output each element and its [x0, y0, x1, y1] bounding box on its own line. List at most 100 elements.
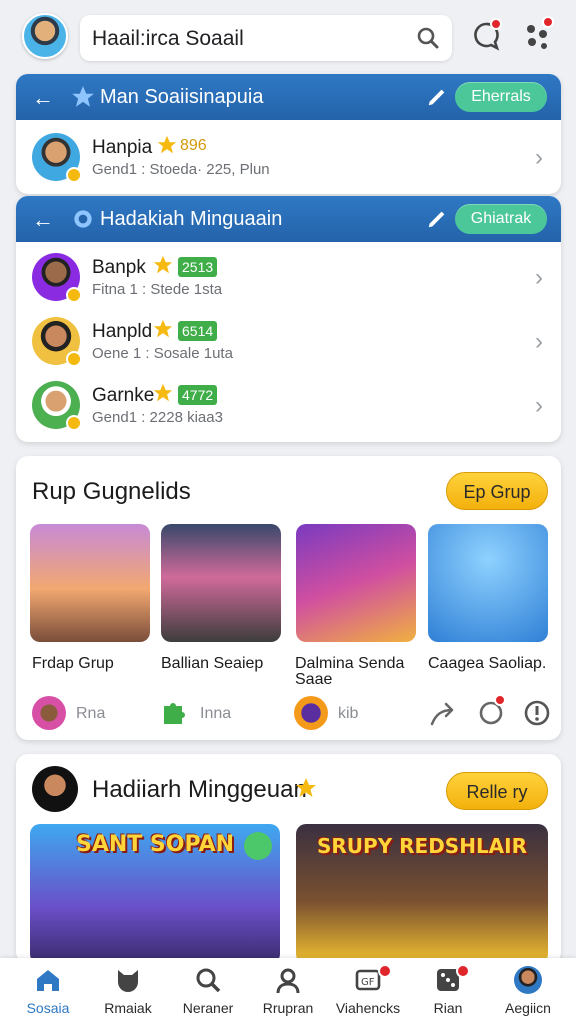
nav-item-home[interactable]: Sosaia — [12, 958, 84, 1024]
panel-main-social: ← Man Soaiisinapuia Eherrals Hanpia 896 … — [16, 74, 561, 194]
avatar — [514, 966, 542, 994]
avatar — [32, 381, 82, 431]
group-thumbnail[interactable] — [161, 524, 281, 642]
avatar — [32, 317, 82, 367]
list-item[interactable]: Hanpld 6514 Oene 1 : Sosale 1uta › — [16, 308, 561, 372]
nav-item-videos[interactable]: GF Viahencks — [332, 958, 404, 1024]
notification-dot — [378, 964, 392, 978]
list-item[interactable]: Garnke 4772 Gend1 : 2228 kiaa3 › — [16, 372, 561, 436]
nav-label: Rrupran — [262, 1000, 314, 1016]
notification-dot — [490, 18, 502, 30]
promo-banner[interactable]: SANT SOPAN — [30, 824, 280, 964]
groups-card: Rup Gugnelids Ep Grup Frdap Grup Ballian… — [16, 456, 561, 740]
star-icon — [72, 86, 94, 107]
panel-header: ← Man Soaiisinapuia Eherrals — [16, 74, 561, 120]
back-arrow-icon[interactable]: ← — [32, 207, 54, 233]
chevron-right-icon: › — [535, 328, 543, 355]
gold-star-icon — [157, 135, 177, 154]
member-subtitle: Gend1 : Stoeda· 225, Plun — [92, 161, 270, 178]
trophy-icon — [74, 210, 92, 228]
group-label: Frdap Grup — [32, 655, 114, 672]
notification-dot — [456, 964, 470, 978]
member-subtitle: Gend1 : 2228 kiaa3 — [92, 409, 223, 426]
banner-text: SANT SOPAN — [75, 832, 235, 857]
nav-label: Rian — [433, 1000, 463, 1016]
panel-weekly-prize: ← Hadakiah Minguaain Ghiatrak Banpk 2513… — [16, 196, 561, 442]
chevron-right-icon: › — [535, 264, 543, 291]
section-title: Hadiiarh Minggeuan — [92, 776, 307, 803]
list-item[interactable]: Banpk 2513 Fitna 1 : Stede 1sta › — [16, 244, 561, 308]
avatar — [32, 253, 82, 303]
chevron-right-icon: › — [535, 392, 543, 419]
gold-star-icon — [296, 778, 316, 797]
panel-action-button[interactable]: Ghiatrak — [455, 204, 547, 234]
panel-header: ← Hadakiah Minguaain Ghiatrak — [16, 196, 561, 242]
edit-pencil-icon[interactable] — [426, 208, 448, 230]
weekly-button[interactable]: Relle ry — [446, 772, 548, 810]
member-name: Banpk — [92, 257, 146, 278]
gold-star-icon — [153, 383, 173, 402]
list-item[interactable]: Hanpia 896 Gend1 : Stoeda· 225, Plun › — [16, 124, 561, 188]
nav-label: Aegiicn — [505, 1000, 551, 1016]
search-input[interactable]: Haail:irca Soaail — [92, 27, 244, 51]
gold-star-icon — [153, 255, 173, 274]
bottom-nav: Sosaia Rmaiak Neraner Rrupran GF Viahenc… — [0, 958, 576, 1024]
avatar — [32, 766, 78, 812]
back-arrow-icon[interactable]: ← — [32, 85, 54, 111]
nav-item-groups[interactable]: Rrupran — [252, 958, 324, 1024]
user-icon — [276, 968, 300, 994]
top-bar: Haail:irca Soaail — [0, 0, 576, 74]
panel-action-button[interactable]: Eherrals — [455, 82, 547, 112]
group-label: Ballian Seaiep — [161, 655, 264, 672]
banner-text: SRUPY REDSHLAIR — [316, 834, 528, 858]
avatar — [32, 696, 66, 730]
panel-title: Hadakiah Minguaain — [100, 208, 283, 230]
nav-label: Viahencks — [335, 1000, 401, 1016]
panel-title: Man Soaiisinapuia — [100, 86, 264, 108]
group-thumbnail[interactable] — [428, 524, 548, 642]
member-score: 6514 — [178, 321, 218, 341]
member-score: 4772 — [178, 385, 218, 405]
section-title: Rup Gugnelids — [32, 478, 191, 505]
group-thumbnail[interactable] — [296, 524, 416, 642]
group-thumbnail[interactable] — [30, 524, 150, 642]
search-icon — [196, 968, 221, 993]
chat-icon[interactable] — [470, 18, 502, 52]
search-icon[interactable] — [416, 26, 440, 50]
group-label: Dalmina Senda Saae — [295, 655, 405, 688]
nav-item-profile[interactable]: Aegiicn — [492, 958, 564, 1024]
cat-icon — [118, 970, 138, 992]
member-name: Garnke — [92, 385, 155, 406]
nav-label: Neraner — [182, 1000, 234, 1016]
nav-item-search[interactable]: Neraner — [172, 958, 244, 1024]
promo-banner[interactable]: SRUPY REDSHLAIR — [296, 824, 548, 964]
home-icon — [37, 970, 59, 991]
info-icon[interactable] — [522, 698, 552, 728]
weekly-prize-card: Hadiiarh Minggeuan Relle ry SANT SOPAN S… — [16, 754, 561, 964]
puzzle-icon — [164, 703, 185, 724]
meta-text: Inna — [200, 705, 232, 722]
share-icon[interactable] — [428, 698, 458, 728]
member-subtitle: Oene 1 : Sosale 1uta — [92, 345, 233, 362]
group-button[interactable]: Ep Grup — [446, 472, 548, 510]
avatar — [294, 696, 328, 730]
member-name: Hanpld — [92, 321, 153, 342]
edit-pencil-icon[interactable] — [426, 86, 448, 108]
nav-label: Rmaiak — [104, 1000, 152, 1016]
avatar — [32, 133, 82, 183]
comment-icon[interactable] — [476, 694, 506, 728]
member-score: 896 — [180, 137, 207, 154]
group-label: Caagea Saoliap. — [428, 655, 547, 672]
meta-text: Rna — [76, 705, 106, 722]
member-score: 2513 — [178, 257, 218, 277]
member-name: Hanpia — [92, 137, 153, 158]
nav-item-2[interactable]: Rmaiak — [92, 958, 164, 1024]
search-bar[interactable]: Haail:irca Soaail — [80, 15, 452, 61]
member-subtitle: Fitna 1 : Stede 1sta — [92, 281, 223, 298]
notification-dot — [494, 694, 506, 706]
apps-icon[interactable] — [522, 16, 554, 52]
profile-avatar[interactable] — [22, 13, 68, 59]
svg-text:GF: GF — [361, 977, 375, 988]
badge-icon — [244, 832, 272, 860]
nav-item-games[interactable]: Rian — [412, 958, 484, 1024]
